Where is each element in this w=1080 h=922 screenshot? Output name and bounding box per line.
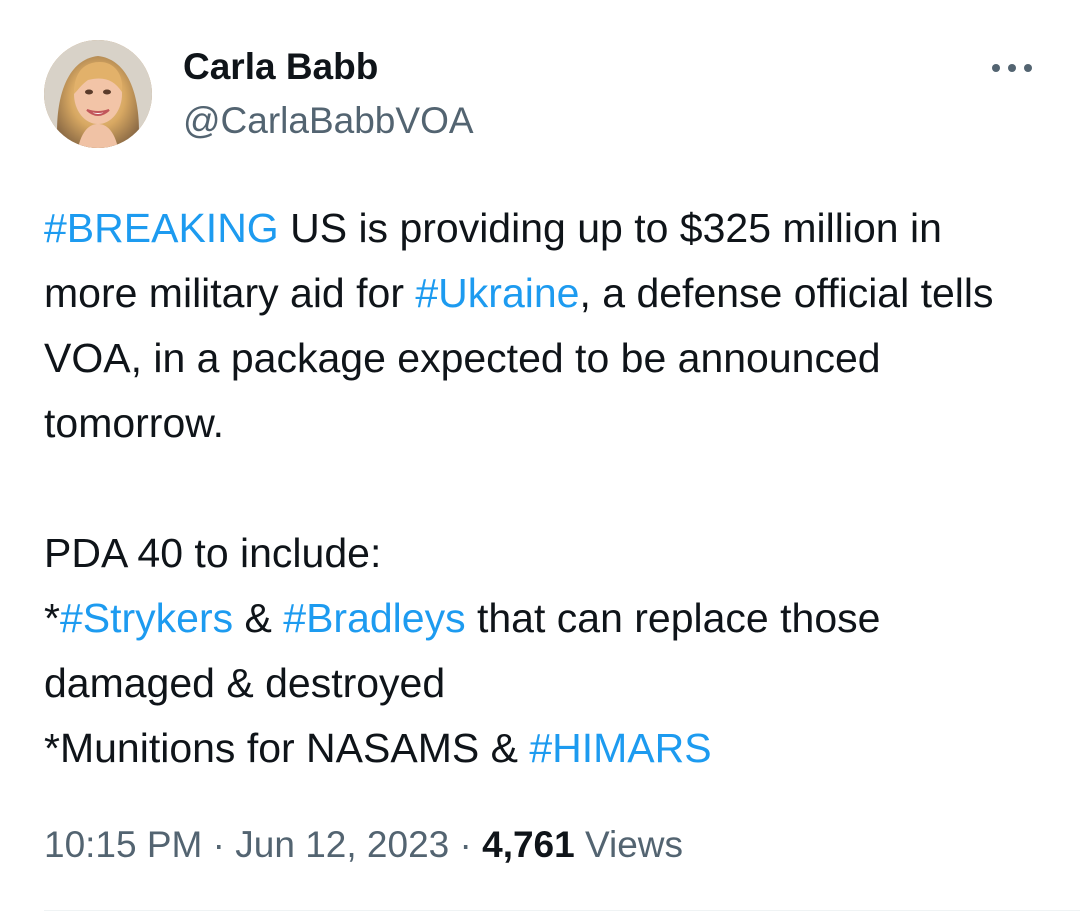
tweet-date[interactable]: Jun 12, 2023: [235, 824, 449, 865]
avatar[interactable]: [44, 40, 152, 148]
author-handle[interactable]: @CarlaBabbVOA: [183, 96, 474, 146]
divider: [44, 910, 1080, 911]
hashtag-bradleys[interactable]: #Bradleys: [283, 595, 465, 641]
tweet-text: #BREAKING US is providing up to $325 mil…: [44, 196, 1044, 781]
hashtag-strykers[interactable]: #Strykers: [60, 595, 233, 641]
views-label: Views: [574, 824, 684, 865]
tweet-text-segment: , a defense official tells VOA, in a pac…: [44, 270, 994, 641]
author-name[interactable]: Carla Babb: [183, 42, 474, 92]
hashtag-breaking[interactable]: #BREAKING: [44, 205, 279, 251]
hashtag-ukraine[interactable]: #Ukraine: [415, 270, 579, 316]
separator: ·: [202, 824, 236, 865]
separator: ·: [449, 824, 483, 865]
tweet-text-segment: &: [233, 595, 284, 641]
tweet-meta: 10:15 PM · Jun 12, 2023 · 4,761 Views: [44, 820, 683, 870]
more-options-button[interactable]: [990, 58, 1034, 78]
hashtag-himars[interactable]: #HIMARS: [529, 725, 711, 771]
tweet-time[interactable]: 10:15 PM: [44, 824, 202, 865]
profile-photo-icon: [44, 40, 152, 148]
author-info[interactable]: Carla Babb @CarlaBabbVOA: [183, 42, 474, 146]
more-horizontal-icon: [992, 64, 1032, 72]
views-count: 4,761: [482, 824, 575, 865]
tweet-card: Carla Babb @CarlaBabbVOA #BREAKING US is…: [0, 0, 1080, 922]
